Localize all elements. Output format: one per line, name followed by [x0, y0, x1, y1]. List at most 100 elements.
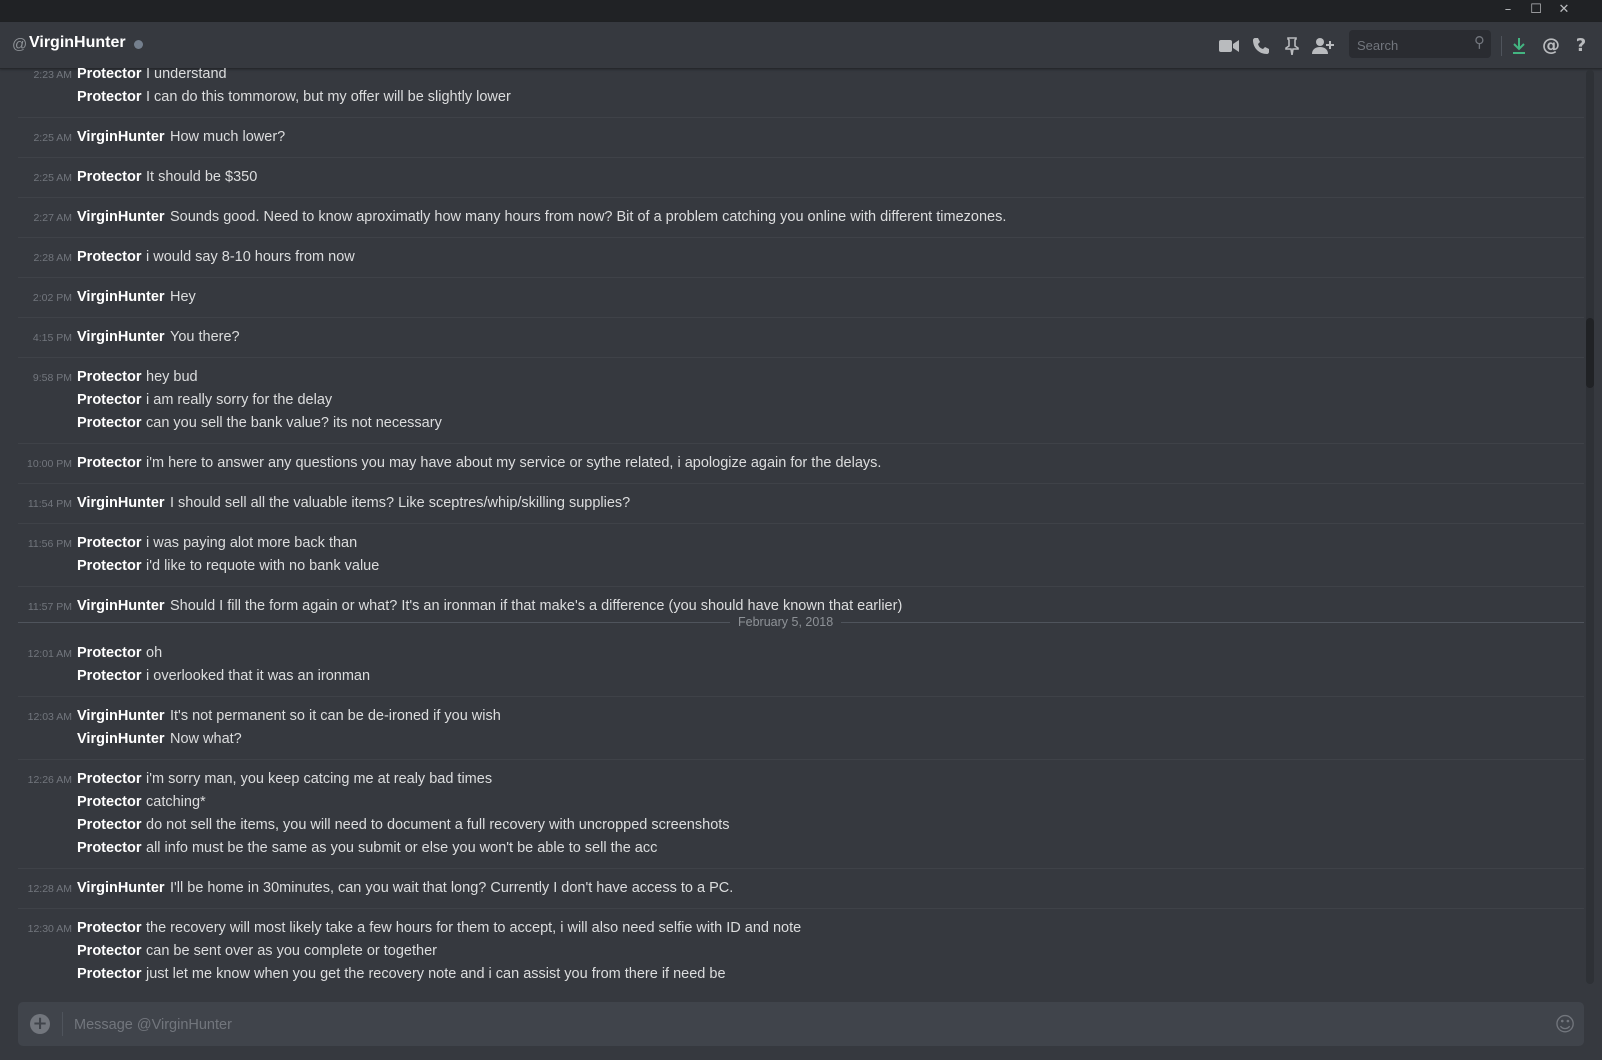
- message[interactable]: Protector all info must be the same as yo…: [18, 837, 1584, 860]
- message[interactable]: 9:58 PM Protector hey bud: [18, 366, 1584, 389]
- search-icon[interactable]: ⚲: [1474, 33, 1485, 51]
- message-list[interactable]: 2:23 AM Protector I understand Protector I c…: [18, 68, 1584, 986]
- message-author[interactable]: Protector: [77, 246, 141, 269]
- emoji-icon[interactable]: ☺: [1554, 1013, 1576, 1035]
- add-user-icon[interactable]: [1311, 34, 1335, 58]
- message[interactable]: Protector can you sell the bank value? it…: [18, 412, 1584, 435]
- message[interactable]: 2:23 AM Protector I understand: [18, 68, 1584, 86]
- voice-call-icon[interactable]: [1249, 34, 1273, 58]
- message-text: I can do this tommorow, but my offer wil…: [146, 89, 511, 105]
- message[interactable]: Protector i'd like to requote with no ban…: [18, 555, 1584, 578]
- message-author[interactable]: Protector: [77, 68, 141, 86]
- message-group: 12:28 AM VirginHunter I'll be home in 30mi…: [18, 877, 1584, 909]
- message-timestamp: 2:27 AM: [33, 212, 72, 224]
- message-input[interactable]: [72, 1012, 1516, 1038]
- message[interactable]: Protector I can do this tommorow, but my …: [18, 86, 1584, 109]
- message-group: 2:25 AM Protector It should be $350: [18, 166, 1584, 198]
- message-author[interactable]: Protector: [77, 366, 141, 389]
- window-titlebar: – ☐ ✕: [0, 0, 1602, 22]
- message[interactable]: 2:25 AM VirginHunter How much lower?: [18, 126, 1584, 149]
- message-author[interactable]: VirginHunter: [77, 492, 165, 515]
- message[interactable]: Protector catching*: [18, 791, 1584, 814]
- minimize-button[interactable]: –: [1494, 0, 1522, 22]
- message-timestamp: 2:25 AM: [33, 132, 72, 144]
- message-group: 2:02 PM VirginHunter Hey: [18, 286, 1584, 318]
- message-author[interactable]: VirginHunter: [77, 326, 165, 349]
- message-text: i'd like to requote with no bank value: [146, 558, 380, 574]
- message-author[interactable]: VirginHunter: [77, 705, 165, 728]
- message-group: 10:00 PM Protector i'm here to answer any …: [18, 452, 1584, 484]
- message-author[interactable]: Protector: [77, 86, 141, 109]
- video-call-icon[interactable]: [1217, 34, 1241, 58]
- message-author[interactable]: Protector: [77, 940, 141, 963]
- message-author[interactable]: Protector: [77, 814, 141, 837]
- download-icon[interactable]: [1507, 34, 1531, 58]
- message-text: oh: [146, 645, 163, 661]
- close-button[interactable]: ✕: [1550, 0, 1578, 22]
- scrollbar-track[interactable]: [1586, 70, 1594, 984]
- message[interactable]: 12:30 AM Protector the recovery will most …: [18, 917, 1584, 940]
- message[interactable]: VirginHunter Now what?: [18, 728, 1584, 751]
- message[interactable]: 12:03 AM VirginHunter It's not permanent s…: [18, 705, 1584, 728]
- scrollbar-thumb[interactable]: [1586, 318, 1594, 388]
- message-author[interactable]: VirginHunter: [77, 206, 165, 229]
- search-input[interactable]: [1355, 34, 1467, 56]
- message-author[interactable]: Protector: [77, 963, 141, 986]
- message-text: Sounds good. Need to know aproximatly ho…: [170, 209, 1007, 225]
- message-author[interactable]: Protector: [77, 665, 141, 688]
- message-author[interactable]: Protector: [77, 917, 141, 940]
- message-author[interactable]: VirginHunter: [77, 286, 165, 309]
- message-timestamp: 2:25 AM: [33, 172, 72, 184]
- message[interactable]: 11:54 PM VirginHunter I should sell all th…: [18, 492, 1584, 515]
- message-author[interactable]: VirginHunter: [77, 126, 165, 149]
- message-author[interactable]: VirginHunter: [77, 728, 165, 751]
- message-author[interactable]: Protector: [77, 389, 141, 412]
- message-text: all info must be the same as you submit …: [146, 840, 658, 856]
- message-author[interactable]: Protector: [77, 412, 141, 435]
- message[interactable]: 2:27 AM VirginHunter Sounds good. Need to …: [18, 206, 1584, 229]
- message[interactable]: 11:56 PM Protector i was paying alot more …: [18, 532, 1584, 555]
- message-timestamp: 9:58 PM: [32, 372, 72, 384]
- message[interactable]: Protector do not sell the items, you will…: [18, 814, 1584, 837]
- message[interactable]: 2:28 AM Protector i would say 8-10 hours f…: [18, 246, 1584, 269]
- message-author[interactable]: Protector: [77, 837, 141, 860]
- maximize-button[interactable]: ☐: [1522, 0, 1550, 22]
- message-timestamp: 10:00 PM: [27, 458, 72, 470]
- dm-recipient-name[interactable]: VirginHunter: [29, 34, 126, 52]
- mentions-icon[interactable]: @: [1539, 34, 1563, 58]
- message[interactable]: 2:25 AM Protector It should be $350: [18, 166, 1584, 189]
- message[interactable]: Protector i am really sorry for the delay: [18, 389, 1584, 412]
- message[interactable]: Protector i overlooked that it was an iro…: [18, 665, 1584, 688]
- message[interactable]: 10:00 PM Protector i'm here to answer any …: [18, 452, 1584, 475]
- message-author[interactable]: Protector: [77, 166, 141, 189]
- message-author[interactable]: VirginHunter: [77, 877, 165, 900]
- message[interactable]: 2:02 PM VirginHunter Hey: [18, 286, 1584, 309]
- message-author[interactable]: Protector: [77, 452, 141, 475]
- message-author[interactable]: Protector: [77, 532, 141, 555]
- message-author[interactable]: Protector: [77, 642, 141, 665]
- pin-icon[interactable]: [1280, 34, 1304, 58]
- message-text: i was paying alot more back than: [146, 535, 358, 551]
- search-box[interactable]: ⚲: [1349, 30, 1491, 58]
- message-author[interactable]: VirginHunter: [77, 595, 165, 618]
- message-author[interactable]: Protector: [77, 768, 141, 791]
- message-text: just let me know when you get the recove…: [146, 966, 726, 982]
- message[interactable]: 12:01 AM Protector oh: [18, 642, 1584, 665]
- message-author[interactable]: Protector: [77, 791, 141, 814]
- date-divider-label: February 5, 2018: [730, 614, 842, 630]
- message[interactable]: 4:15 PM VirginHunter You there?: [18, 326, 1584, 349]
- message[interactable]: 12:28 AM VirginHunter I'll be home in 30mi…: [18, 877, 1584, 900]
- message-group: 9:58 PM Protector hey bud Protector i am rea…: [18, 366, 1584, 444]
- message[interactable]: Protector can be sent over as you complet…: [18, 940, 1584, 963]
- plus-circle-icon[interactable]: +: [30, 1014, 50, 1034]
- message-group: 12:01 AM Protector oh Protector i overlooked…: [18, 642, 1584, 697]
- help-icon[interactable]: ?: [1569, 34, 1593, 58]
- header-divider: [1501, 36, 1502, 56]
- message-group: 12:26 AM Protector i'm sorry man, you keep…: [18, 768, 1584, 869]
- message[interactable]: Protector just let me know when you get t…: [18, 963, 1584, 986]
- message[interactable]: 12:26 AM Protector i'm sorry man, you keep…: [18, 768, 1584, 791]
- message-text: I understand: [146, 68, 227, 82]
- message-timestamp: 11:56 PM: [27, 538, 72, 550]
- message-author[interactable]: Protector: [77, 555, 141, 578]
- message-group: 11:56 PM Protector i was paying alot more …: [18, 532, 1584, 587]
